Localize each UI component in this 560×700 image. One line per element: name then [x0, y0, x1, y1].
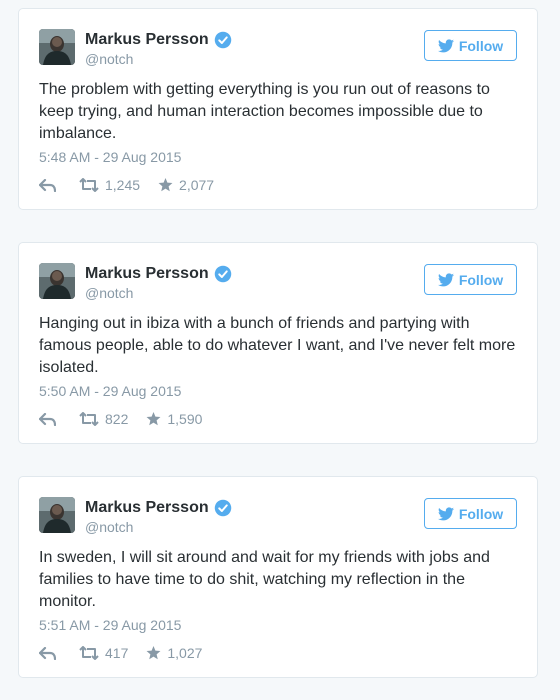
author-handle[interactable]: @notch — [85, 284, 133, 302]
retweet-icon — [79, 646, 99, 660]
favorite-count: 1,590 — [167, 411, 203, 427]
follow-label: Follow — [458, 505, 504, 522]
favorite-button[interactable]: 2,077 — [158, 177, 214, 193]
favorite-count: 1,027 — [167, 645, 203, 661]
retweet-button[interactable]: 417 — [79, 645, 128, 661]
tweet-timestamp[interactable]: 5:50 AM - 29 Aug 2015 — [39, 382, 181, 400]
star-icon — [146, 646, 161, 660]
retweet-button[interactable]: 822 — [79, 411, 128, 427]
favorite-count: 2,077 — [179, 177, 215, 193]
tweet-timestamp[interactable]: 5:51 AM - 29 Aug 2015 — [39, 616, 181, 634]
avatar[interactable] — [39, 29, 75, 65]
author-name[interactable]: Markus Persson — [85, 498, 209, 518]
reply-button[interactable] — [39, 412, 79, 426]
tweet-card: Markus Persson @notch Follow The problem… — [18, 8, 538, 210]
verified-badge-icon — [214, 31, 232, 49]
tweet-text: The problem with getting everything is y… — [39, 81, 490, 142]
reply-icon — [39, 646, 56, 660]
twitter-bird-icon — [437, 38, 454, 52]
retweet-icon — [79, 412, 99, 426]
verified-badge-icon — [214, 499, 232, 517]
retweet-count: 822 — [105, 411, 129, 427]
star-icon — [158, 178, 173, 192]
follow-label: Follow — [458, 37, 504, 54]
author-handle[interactable]: @notch — [85, 518, 133, 536]
author-name[interactable]: Markus Persson — [85, 264, 209, 284]
retweet-count: 1,245 — [105, 177, 141, 193]
retweet-icon — [79, 178, 99, 192]
tweet-actions: 822 1,590 — [39, 409, 202, 429]
reply-icon — [39, 412, 56, 426]
tweet-card: Markus Persson @notch Follow In sweden, … — [18, 476, 538, 678]
favorite-button[interactable]: 1,590 — [146, 411, 202, 427]
twitter-bird-icon — [437, 506, 454, 520]
tweet-text: Hanging out in ibiza with a bunch of fri… — [39, 315, 516, 376]
tweet-actions: 417 1,027 — [39, 643, 202, 663]
reply-button[interactable] — [39, 646, 79, 660]
avatar[interactable] — [39, 263, 75, 299]
tweet-timestamp[interactable]: 5:48 AM - 29 Aug 2015 — [39, 148, 181, 166]
twitter-bird-icon — [437, 272, 454, 286]
retweet-count: 417 — [105, 645, 129, 661]
tweet-actions: 1,245 2,077 — [39, 175, 214, 195]
follow-button[interactable]: Follow — [424, 264, 517, 295]
star-icon — [146, 412, 161, 426]
tweet-text: In sweden, I will sit around and wait fo… — [39, 549, 490, 610]
verified-badge-icon — [214, 265, 232, 283]
follow-button[interactable]: Follow — [424, 498, 517, 529]
follow-button[interactable]: Follow — [424, 30, 517, 61]
reply-icon — [39, 178, 56, 192]
retweet-button[interactable]: 1,245 — [79, 177, 140, 193]
avatar[interactable] — [39, 497, 75, 533]
follow-label: Follow — [458, 271, 504, 288]
author-name[interactable]: Markus Persson — [85, 30, 209, 50]
favorite-button[interactable]: 1,027 — [146, 645, 202, 661]
author-handle[interactable]: @notch — [85, 50, 133, 68]
tweet-card: Markus Persson @notch Follow Hanging out… — [18, 242, 538, 444]
reply-button[interactable] — [39, 178, 79, 192]
